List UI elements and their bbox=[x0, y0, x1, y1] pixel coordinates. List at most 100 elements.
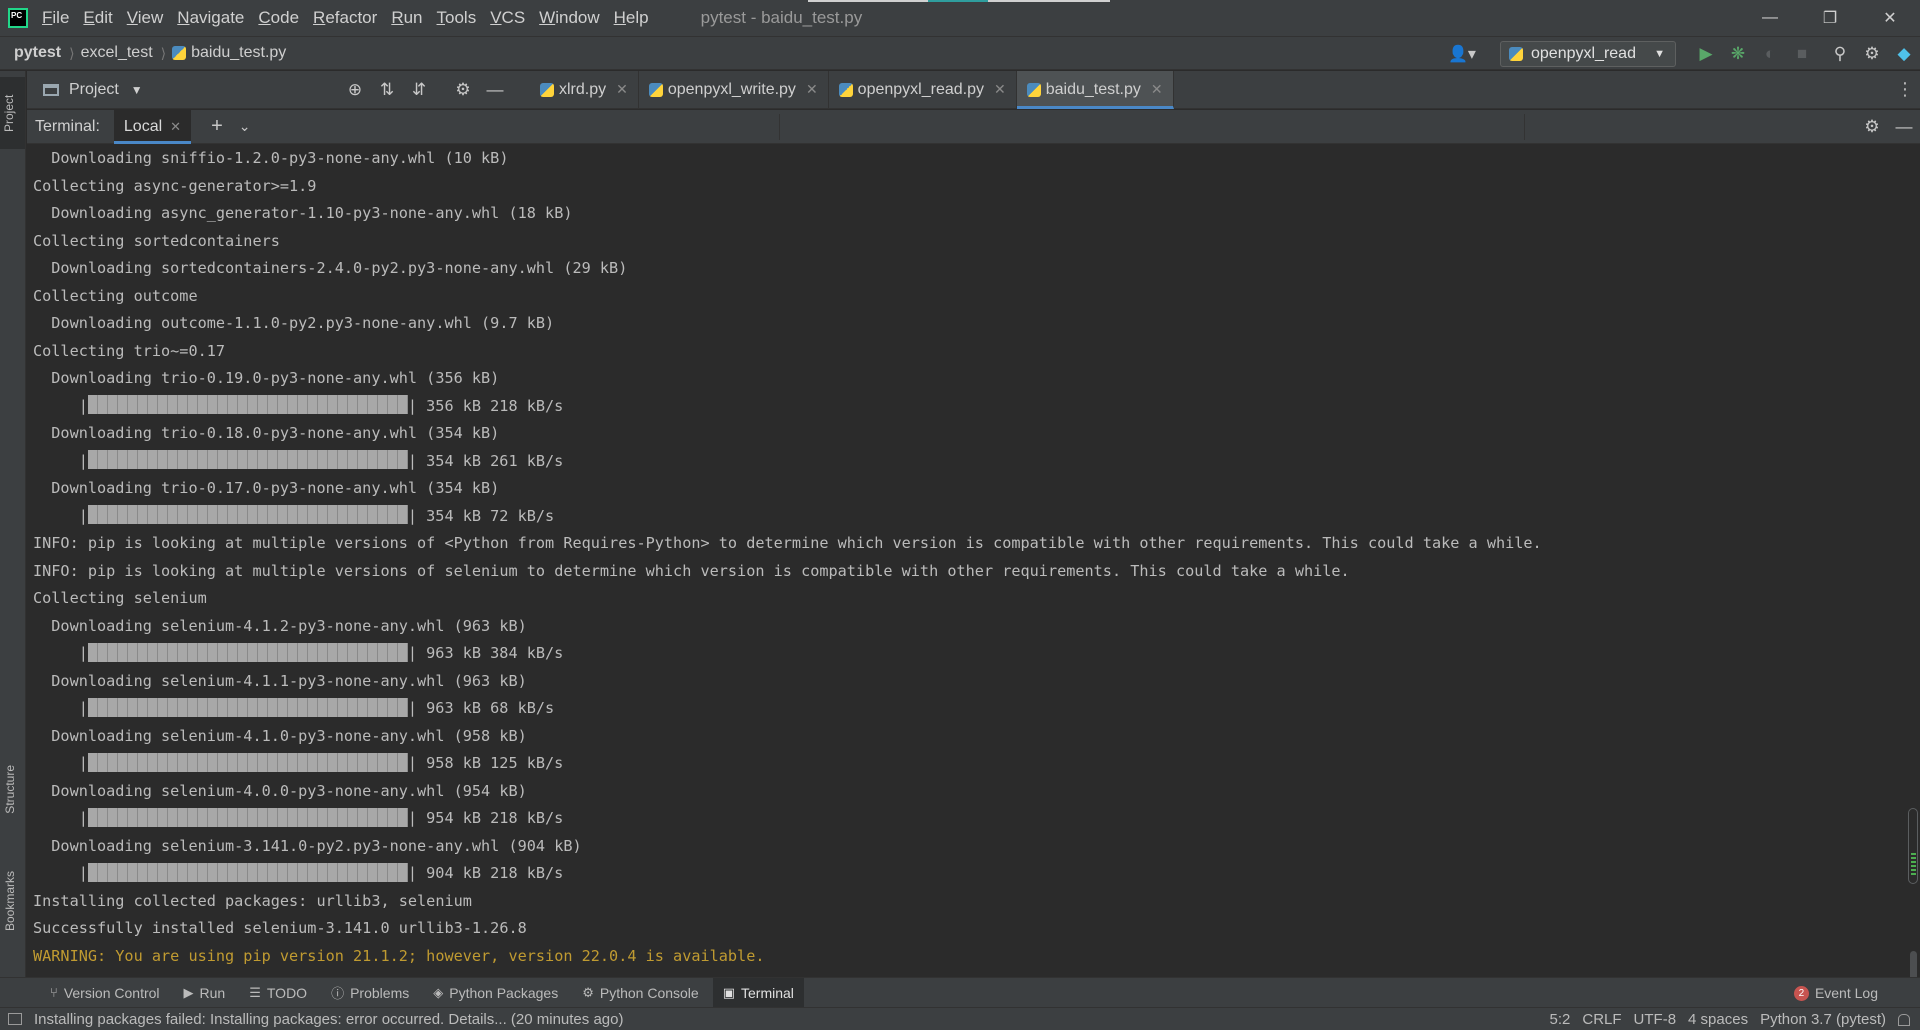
terminal-tab-local[interactable]: Local ✕ bbox=[113, 109, 192, 144]
menu-item-code[interactable]: Code bbox=[258, 6, 299, 30]
tool-window-version-control[interactable]: ⑂ Version Control bbox=[40, 978, 170, 1008]
editor-tab[interactable]: xlrd.py ✕ bbox=[530, 70, 639, 109]
indent-setting[interactable]: 4 spaces bbox=[1688, 1011, 1748, 1028]
file-encoding[interactable]: UTF-8 bbox=[1634, 1011, 1677, 1028]
progress-bar bbox=[87, 807, 408, 827]
close-icon[interactable]: ✕ bbox=[806, 81, 818, 98]
menu-item-edit[interactable]: Edit bbox=[83, 6, 112, 30]
run-icon[interactable]: ▶ bbox=[1690, 41, 1722, 67]
terminal-line: | | 354 kB 72 kB/s bbox=[33, 505, 555, 525]
hide-panel-icon[interactable]: — bbox=[1888, 114, 1920, 140]
terminal-line: Collecting selenium bbox=[33, 589, 207, 607]
breadcrumb-project[interactable]: pytest bbox=[0, 44, 61, 62]
project-tool-button[interactable]: Project bbox=[0, 77, 25, 149]
pycharm-logo-icon bbox=[8, 8, 28, 28]
gear-icon[interactable]: ⚙ bbox=[1856, 114, 1888, 140]
terminal-line: WARNING: You are using pip version 21.1.… bbox=[33, 946, 765, 965]
menu-item-vcs[interactable]: VCS bbox=[490, 6, 525, 30]
info-icon: ⓘ bbox=[331, 986, 345, 1001]
close-icon[interactable]: ✕ bbox=[170, 119, 181, 135]
chevron-down-icon[interactable]: ⌄ bbox=[239, 118, 251, 135]
project-panel-tools: ⊕ ⇅ ⇵ ⚙ — bbox=[340, 77, 510, 103]
python-file-icon bbox=[172, 46, 187, 60]
close-icon[interactable]: ✕ bbox=[1151, 81, 1163, 98]
terminal-line: Downloading selenium-4.1.0-py3-none-any.… bbox=[33, 726, 527, 745]
terminal-output[interactable]: Downloading sniffio-1.2.0-py3-none-any.w… bbox=[27, 145, 1907, 977]
menu-item-run[interactable]: Run bbox=[391, 6, 422, 30]
tool-window-python-packages[interactable]: ◈ Python Packages bbox=[423, 978, 568, 1008]
menu-item-navigate[interactable]: Navigate bbox=[177, 6, 244, 30]
folder-icon bbox=[43, 83, 59, 96]
terminal-line: Downloading async_generator-1.10-py3-non… bbox=[33, 204, 573, 222]
collapse-all-icon[interactable]: ⇵ bbox=[404, 77, 434, 103]
stop-icon[interactable]: ■ bbox=[1786, 41, 1818, 67]
terminal-line: Downloading trio-0.18.0-py3-none-any.whl… bbox=[33, 424, 500, 442]
status-message[interactable]: Installing packages failed: Installing p… bbox=[34, 1011, 623, 1028]
tool-window-label: Python Console bbox=[599, 984, 699, 1001]
expand-all-icon[interactable]: ⇅ bbox=[372, 77, 402, 103]
gear-icon[interactable]: ⚙ bbox=[1856, 41, 1888, 67]
layers-icon: ◈ bbox=[433, 984, 444, 1000]
tool-window-label: Run bbox=[199, 984, 226, 1001]
user-account-icon[interactable]: 👤▾ bbox=[1448, 44, 1482, 64]
terminal-line: | | 963 kB 384 kB/s bbox=[33, 642, 564, 662]
event-log-button[interactable]: 2 Event Log bbox=[1793, 978, 1878, 1008]
terminal-icon: ▣ bbox=[722, 984, 735, 1000]
editor-tab[interactable]: baidu_test.py ✕ bbox=[1016, 70, 1174, 109]
tool-window-problems[interactable]: ⓘ Problems bbox=[321, 978, 419, 1008]
menu-item-tools[interactable]: Tools bbox=[437, 6, 477, 30]
progress-bar bbox=[87, 450, 408, 469]
structure-tool-button[interactable]: Structure bbox=[3, 765, 17, 814]
close-icon[interactable]: ✕ bbox=[994, 81, 1006, 98]
menu-item-window[interactable]: Window bbox=[539, 6, 599, 30]
python-interpreter[interactable]: Python 3.7 (pytest) bbox=[1760, 1011, 1886, 1028]
editor-tabs-row: Project ▼ ⊕ ⇅ ⇵ ⚙ — xlrd.py ✕ openpyxl_wri… bbox=[27, 70, 1920, 109]
breadcrumb-folder[interactable]: excel_test bbox=[81, 44, 153, 62]
tool-window-run[interactable]: ▶ Run bbox=[174, 978, 236, 1008]
minimize-icon[interactable]: — bbox=[1740, 0, 1800, 36]
project-panel-header[interactable]: Project ▼ bbox=[27, 81, 340, 99]
run-configuration-selector[interactable]: openpyxl_read ▼ bbox=[1500, 40, 1676, 67]
search-icon[interactable]: ⚲ bbox=[1824, 41, 1856, 67]
tool-window-python-console[interactable]: ⚙ Python Console bbox=[572, 978, 709, 1008]
coverage-icon[interactable]: ◐ bbox=[1754, 41, 1786, 67]
terminal-line: INFO: pip is looking at multiple version… bbox=[33, 561, 1350, 580]
progress-text: | 958 kB 125 kB/s bbox=[407, 754, 564, 772]
tool-window-todo[interactable]: ☰ TODO bbox=[239, 978, 317, 1008]
tool-windows-toggle-icon[interactable] bbox=[8, 1013, 22, 1025]
jetbrains-toolbox-icon[interactable]: ◆ bbox=[1888, 41, 1920, 67]
more-options-icon[interactable]: ⋮ bbox=[1896, 79, 1914, 100]
progress-bar bbox=[87, 862, 408, 882]
editor-tab[interactable]: openpyxl_read.py ✕ bbox=[829, 70, 1017, 109]
terminal-line: Downloading selenium-3.141.0-py2.py3-non… bbox=[33, 836, 582, 855]
terminal-scrollbar[interactable] bbox=[1907, 145, 1920, 1030]
terminal-line: | | 958 kB 125 kB/s bbox=[33, 752, 564, 772]
debug-icon[interactable]: ❋ bbox=[1722, 41, 1754, 67]
menu-item-help[interactable]: Help bbox=[614, 6, 649, 30]
new-terminal-icon[interactable]: + bbox=[211, 115, 223, 138]
status-widgets: 5:2 CRLF UTF-8 4 spaces Python 3.7 (pyte… bbox=[1550, 1008, 1920, 1030]
lock-icon[interactable] bbox=[1898, 1013, 1910, 1026]
menu-item-refactor[interactable]: Refactor bbox=[313, 6, 377, 30]
gear-icon[interactable]: ⚙ bbox=[448, 77, 478, 103]
progress-bar bbox=[87, 752, 408, 772]
close-icon[interactable]: ✕ bbox=[616, 81, 628, 98]
tool-window-terminal[interactable]: ▣ Terminal bbox=[712, 977, 804, 1008]
line-separator[interactable]: CRLF bbox=[1582, 1011, 1621, 1028]
progress-text: | 963 kB 68 kB/s bbox=[407, 699, 555, 717]
window-title: pytest - baidu_test.py bbox=[700, 8, 863, 27]
toolbar-right: 👤▾ openpyxl_read ▼ ▶ ❋ ◐ ■ ⚲ ⚙ ◆ bbox=[1448, 37, 1920, 70]
bookmarks-tool-button[interactable]: Bookmarks bbox=[3, 871, 17, 931]
restore-icon[interactable]: ❐ bbox=[1800, 0, 1860, 36]
menu-item-file[interactable]: File bbox=[42, 6, 69, 30]
terminal-line: Successfully installed selenium-3.141.0 … bbox=[33, 919, 527, 937]
caret-position[interactable]: 5:2 bbox=[1550, 1011, 1571, 1028]
event-count-badge: 2 bbox=[1793, 985, 1809, 1001]
progress-bar bbox=[87, 642, 408, 662]
breadcrumb-file[interactable]: baidu_test.py bbox=[172, 44, 286, 62]
editor-tab[interactable]: openpyxl_write.py ✕ bbox=[639, 70, 829, 109]
hide-panel-icon[interactable]: — bbox=[480, 77, 510, 103]
close-icon[interactable]: ✕ bbox=[1860, 0, 1920, 36]
locate-file-icon[interactable]: ⊕ bbox=[340, 77, 370, 103]
menu-item-view[interactable]: View bbox=[127, 6, 164, 30]
